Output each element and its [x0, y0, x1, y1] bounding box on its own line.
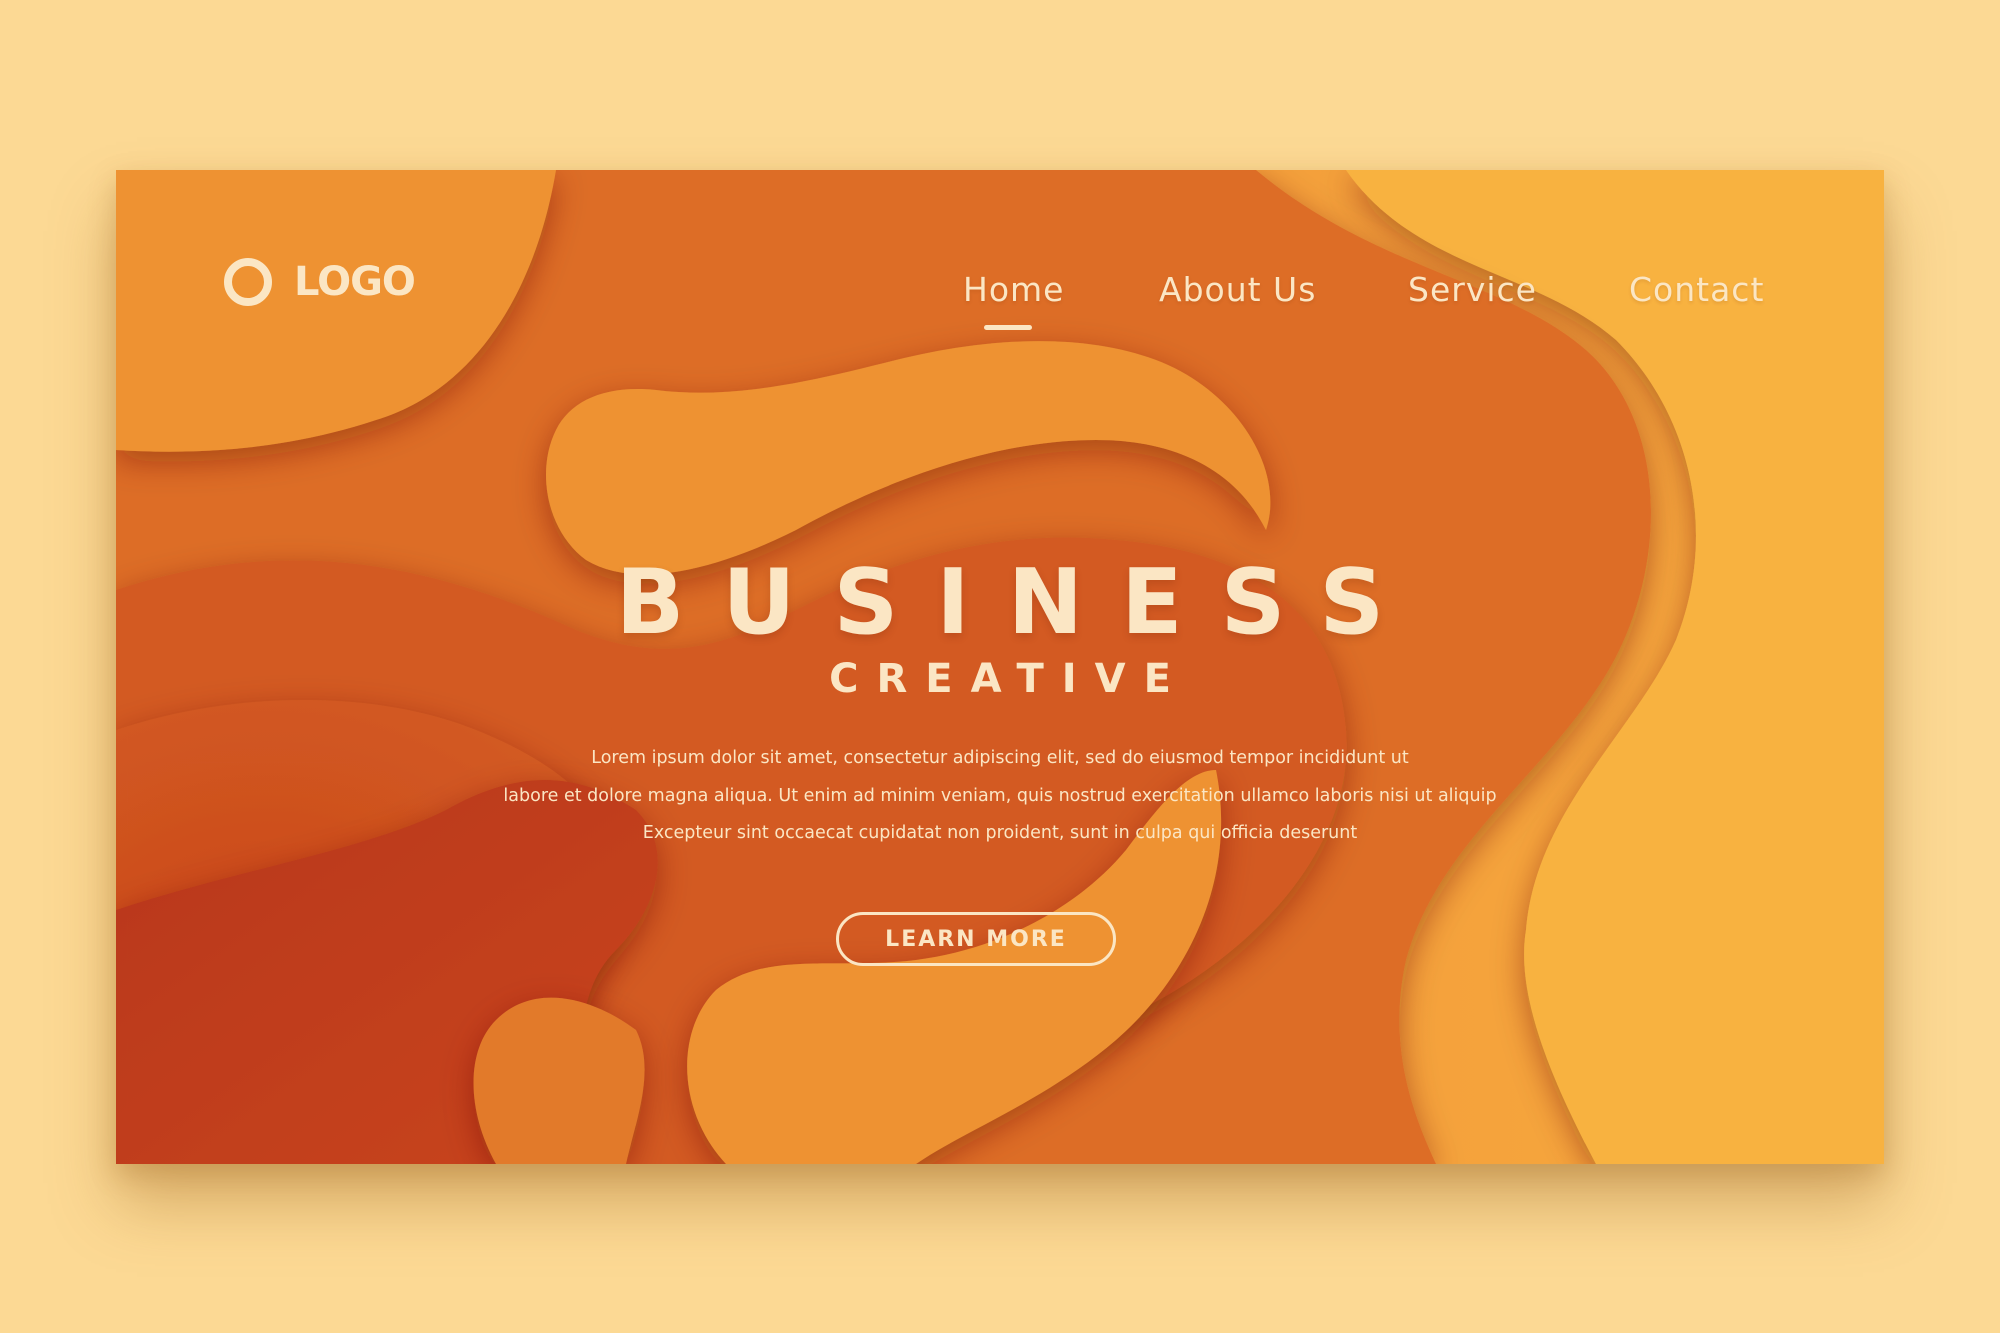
hero-subtitle: CREATIVE [829, 656, 1189, 702]
hero-body-line: labore et dolore magna aliqua. Ut enim a… [503, 785, 1497, 806]
page-background: LOGO Home About Us Service Contact BUSIN… [0, 0, 2000, 1333]
main-nav: Home About Us Service Contact [116, 270, 1884, 330]
hero-body: Lorem ipsum dolor sit amet, consectetur … [386, 740, 1614, 853]
hero-body-line: Excepteur sint occaecat cupidatat non pr… [642, 823, 1358, 843]
active-nav-indicator [984, 325, 1032, 330]
learn-more-button[interactable]: LEARN MORE [836, 912, 1116, 966]
nav-contact[interactable]: Contact [1629, 270, 1764, 309]
hero-body-line: Lorem ipsum dolor sit amet, consectetur … [591, 748, 1409, 768]
nav-service[interactable]: Service [1408, 270, 1537, 309]
nav-home[interactable]: Home [963, 270, 1064, 309]
landing-page-card: LOGO Home About Us Service Contact BUSIN… [116, 170, 1884, 1164]
hero-title: BUSINESS [615, 550, 1423, 655]
nav-about-us[interactable]: About Us [1159, 270, 1316, 309]
